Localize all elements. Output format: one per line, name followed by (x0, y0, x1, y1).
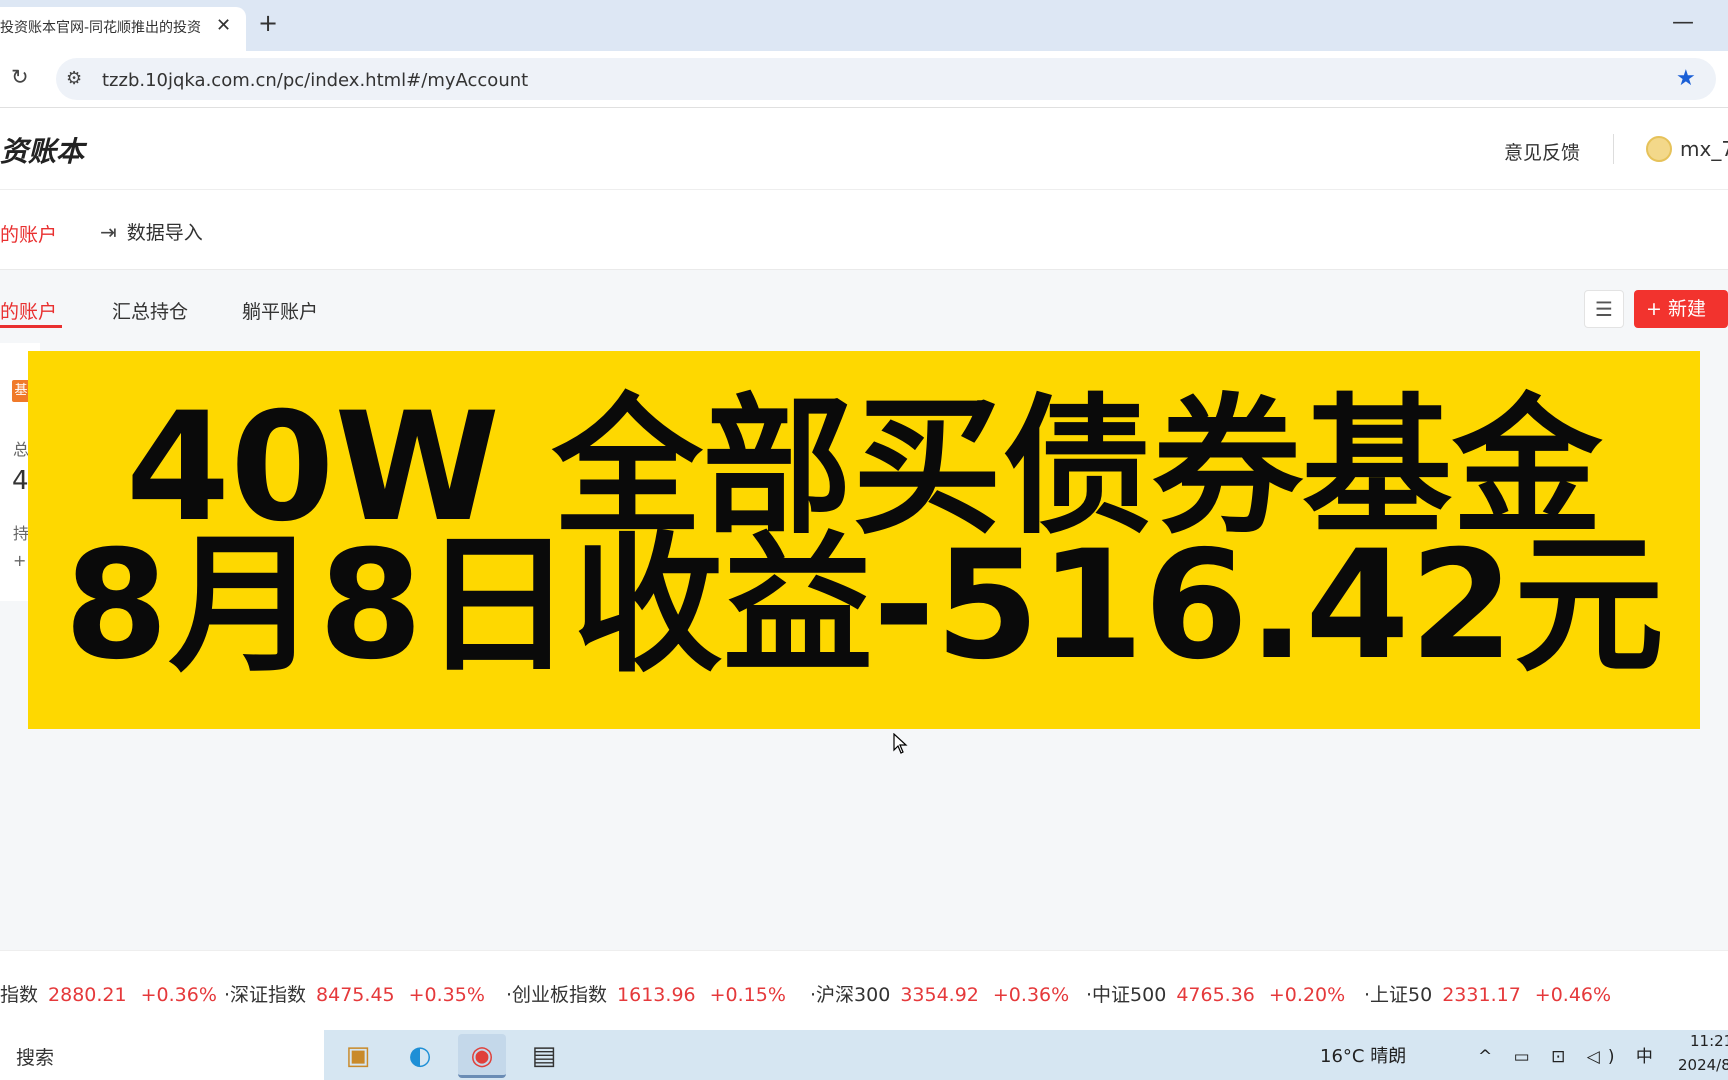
browser-tab[interactable]: 投资账本官网-同花顺推出的投资 ✕ (0, 7, 246, 51)
username[interactable]: mx_7 (1680, 137, 1728, 161)
system-tray[interactable]: ^ ▭ ⊡ ◁) 中 (1478, 1042, 1661, 1067)
new-tab-button[interactable]: + (258, 9, 278, 37)
ticker-item[interactable]: ·创业板指数 1613.96 +0.15% (506, 980, 786, 1007)
weather-widget[interactable]: 16°C 晴朗 (1320, 1042, 1406, 1068)
clock-date[interactable]: 2024/8 (1678, 1056, 1728, 1074)
main-nav: 的账户 ⇥ 数据导入 (0, 190, 1728, 270)
card-total-label: 总 (13, 440, 30, 459)
nav-data-import-label: 数据导入 (126, 222, 203, 244)
card-total-value: 4 (12, 466, 29, 496)
header-divider (1613, 134, 1614, 164)
list-view-button[interactable]: ☰ (1584, 290, 1624, 328)
nav-my-account[interactable]: 的账户 (0, 220, 57, 247)
taskbar: 搜索 ▣ ◐ ◉ ▤ 16°C 晴朗 ^ ▭ ⊡ ◁) 中 11:21 2024… (0, 1030, 1728, 1080)
nav-data-import[interactable]: ⇥ 数据导入 (100, 218, 203, 245)
avatar[interactable] (1646, 136, 1672, 162)
address-bar[interactable]: ⚙ tzzb.10jqka.com.cn/pc/index.html#/myAc… (56, 58, 1716, 100)
tab-title: 投资账本官网-同花顺推出的投资 (0, 20, 202, 36)
site-info-icon[interactable]: ⚙ (66, 68, 82, 89)
reload-icon[interactable]: ↻ (11, 65, 29, 89)
app-header: 资账本 意见反馈 mx_7 (0, 108, 1728, 190)
chrome-browser-icon[interactable]: ◉ (458, 1034, 506, 1078)
browser-tabstrip: 投资账本官网-同花顺推出的投资 ✕ + — (0, 0, 1728, 51)
ticker-item[interactable]: 指数 2880.21 +0.36% (0, 980, 217, 1007)
card-holding-label: 持 (13, 524, 30, 543)
bookmark-star-icon[interactable]: ★ (1676, 66, 1696, 91)
taskbar-search[interactable]: 搜索 (0, 1030, 324, 1080)
import-icon: ⇥ (100, 220, 117, 244)
url-text[interactable]: tzzb.10jqka.com.cn/pc/index.html#/myAcco… (102, 70, 528, 91)
ticker-item[interactable]: ·上证50 2331.17 +0.46% (1364, 980, 1611, 1007)
taskbar-search-label: 搜索 (16, 1047, 55, 1069)
tab-my-account[interactable]: 的账户 (0, 297, 57, 324)
ticker-item[interactable]: ·中证500 4765.36 +0.20% (1086, 980, 1345, 1007)
ticker-item[interactable]: ·深证指数 8475.45 +0.35% (224, 980, 485, 1007)
tab-summary-holdings[interactable]: 汇总持仓 (112, 297, 188, 324)
card-holding-value: + (13, 551, 27, 570)
feedback-link[interactable]: 意见反馈 (1504, 138, 1580, 165)
recorder-app-icon[interactable]: ▤ (520, 1034, 568, 1078)
clock-time[interactable]: 11:21 (1690, 1032, 1728, 1050)
ticker-item[interactable]: ·沪深300 3354.92 +0.36% (810, 980, 1069, 1007)
minimize-icon[interactable]: — (1672, 10, 1694, 35)
active-tab-underline (0, 325, 62, 328)
tab-lying-flat-account[interactable]: 躺平账户 (242, 297, 318, 324)
banner-subline: 8月8日收益-516.42元 (64, 519, 1664, 693)
new-account-button[interactable]: + 新建 (1634, 290, 1728, 328)
overlay-banner: 40W 全部买债券基金 8月8日收益-516.42元 (28, 351, 1700, 729)
tab-close-icon[interactable]: ✕ (216, 15, 231, 36)
app-logo[interactable]: 资账本 (0, 130, 84, 170)
browser-toolbar: ↻ ⚙ tzzb.10jqka.com.cn/pc/index.html#/my… (0, 51, 1728, 108)
market-ticker: 指数 2880.21 +0.36% ·深证指数 8475.45 +0.35% ·创业板指… (0, 950, 1728, 1030)
edge-browser-icon[interactable]: ◐ (396, 1034, 444, 1078)
package-app-icon[interactable]: ▣ (334, 1034, 382, 1078)
